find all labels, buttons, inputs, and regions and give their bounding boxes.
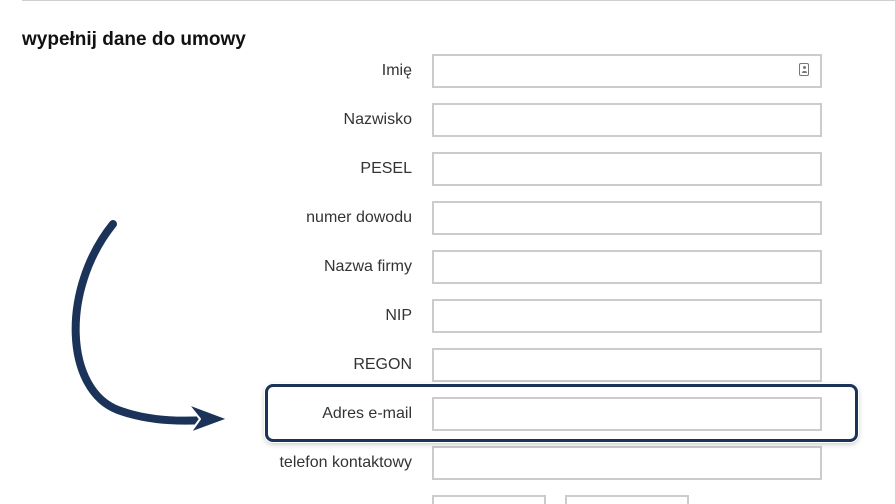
nip-label: NIP [385,307,412,324]
id-number-label: numer dowodu [306,209,412,226]
company-name-input[interactable] [432,250,822,284]
partial-input-right[interactable] [565,495,689,504]
nip-input[interactable] [432,299,822,333]
regon-label: REGON [353,356,412,373]
pesel-label: PESEL [360,160,412,177]
first-name-label: Imię [381,62,412,79]
contact-card-icon[interactable] [799,63,809,76]
regon-input[interactable] [432,348,822,382]
partial-input-left[interactable] [432,495,546,504]
phone-label: telefon kontaktowy [279,454,412,471]
id-number-input[interactable] [432,201,822,235]
email-input[interactable] [432,397,822,431]
last-name-input[interactable] [432,103,822,137]
divider [22,0,895,1]
first-name-input[interactable] [432,54,822,88]
contract-form-page: wypełnij dane do umowy Imię Nazwisko PES… [0,0,895,504]
company-name-label: Nazwa firmy [323,258,412,275]
last-name-label: Nazwisko [343,111,412,128]
email-label: Adres e-mail [322,405,412,422]
pesel-input[interactable] [432,152,822,186]
phone-input[interactable] [432,446,822,480]
form-heading: wypełnij dane do umowy [22,29,246,50]
